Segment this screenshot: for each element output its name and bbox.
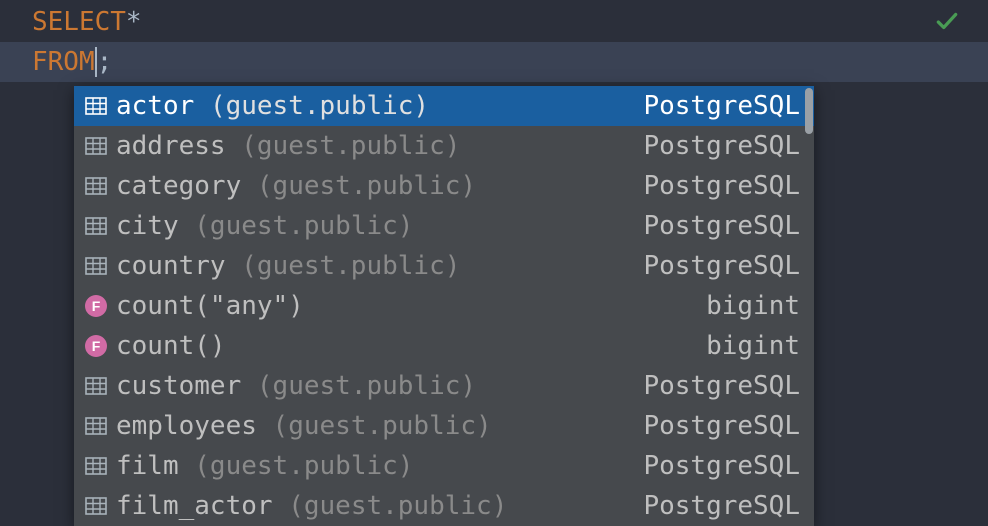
autocomplete-item[interactable]: employees (guest.public) PostgreSQL: [74, 406, 814, 446]
autocomplete-item[interactable]: actor (guest.public) PostgreSQL: [74, 86, 814, 126]
item-type: PostgreSQL: [643, 491, 800, 521]
item-icon-cell: [82, 217, 110, 235]
item-name: count("any"): [116, 291, 304, 321]
item-icon-cell: [82, 97, 110, 115]
item-schema: (guest.public): [273, 411, 492, 441]
code-line-2[interactable]: FROM ;: [0, 42, 988, 82]
autocomplete-item[interactable]: customer (guest.public) PostgreSQL: [74, 366, 814, 406]
item-icon-cell: [82, 177, 110, 195]
table-icon: [85, 377, 107, 395]
item-schema: (guest.public): [194, 451, 413, 481]
item-name: category: [116, 171, 241, 201]
table-icon: [85, 97, 107, 115]
item-name: customer: [116, 371, 241, 401]
autocomplete-item[interactable]: country (guest.public) PostgreSQL: [74, 246, 814, 286]
autocomplete-item[interactable]: Fcount("any") bigint: [74, 286, 814, 326]
item-name: film_actor: [116, 491, 273, 521]
status-ok-icon: [934, 8, 960, 38]
code-line-1[interactable]: SELECT *: [0, 2, 988, 42]
item-icon-cell: [82, 497, 110, 515]
item-name: country: [116, 251, 226, 281]
function-icon: F: [85, 295, 107, 317]
item-type: PostgreSQL: [643, 251, 800, 281]
item-icon-cell: [82, 417, 110, 435]
item-name: count(): [116, 331, 226, 361]
item-type: PostgreSQL: [643, 211, 800, 241]
autocomplete-item[interactable]: category (guest.public) PostgreSQL: [74, 166, 814, 206]
table-icon: [85, 417, 107, 435]
item-type: PostgreSQL: [643, 451, 800, 481]
item-schema: (guest.public): [288, 491, 507, 521]
autocomplete-item[interactable]: film_actor (guest.public) PostgreSQL: [74, 486, 814, 526]
table-icon: [85, 217, 107, 235]
table-icon: [85, 497, 107, 515]
item-schema: (guest.public): [257, 171, 476, 201]
table-icon: [85, 457, 107, 475]
item-icon-cell: [82, 257, 110, 275]
autocomplete-list[interactable]: actor (guest.public)PostgreSQLaddress (g…: [74, 86, 814, 526]
code-text: *: [126, 7, 142, 37]
table-icon: [85, 177, 107, 195]
item-name: employees: [116, 411, 257, 441]
item-icon-cell: [82, 457, 110, 475]
autocomplete-item[interactable]: Fcount() bigint: [74, 326, 814, 366]
item-type: PostgreSQL: [643, 131, 800, 161]
item-type: PostgreSQL: [643, 411, 800, 441]
item-type: PostgreSQL: [643, 91, 800, 121]
code-text: ;: [97, 47, 113, 77]
table-icon: [85, 257, 107, 275]
item-icon-cell: [82, 377, 110, 395]
item-schema: (guest.public): [210, 91, 429, 121]
keyword-select: SELECT: [32, 7, 126, 37]
item-icon-cell: F: [82, 295, 110, 317]
scrollbar-track[interactable]: [804, 86, 814, 526]
item-schema: (guest.public): [194, 211, 413, 241]
item-type: bigint: [706, 331, 800, 361]
item-schema: (guest.public): [241, 131, 460, 161]
autocomplete-item[interactable]: film (guest.public) PostgreSQL: [74, 446, 814, 486]
item-icon-cell: F: [82, 335, 110, 357]
item-schema: (guest.public): [257, 371, 476, 401]
autocomplete-item[interactable]: address (guest.public) PostgreSQL: [74, 126, 814, 166]
autocomplete-popup[interactable]: actor (guest.public)PostgreSQLaddress (g…: [74, 86, 814, 526]
item-name: address: [116, 131, 226, 161]
item-icon-cell: [82, 137, 110, 155]
autocomplete-item[interactable]: city (guest.public) PostgreSQL: [74, 206, 814, 246]
item-type: bigint: [706, 291, 800, 321]
item-name: city: [116, 211, 179, 241]
item-schema: (guest.public): [241, 251, 460, 281]
table-icon: [85, 137, 107, 155]
item-name: film: [116, 451, 179, 481]
item-type: PostgreSQL: [643, 371, 800, 401]
sql-editor[interactable]: SELECT * FROM ;: [0, 0, 988, 82]
function-icon: F: [85, 335, 107, 357]
keyword-from: FROM: [32, 47, 95, 77]
scrollbar-thumb[interactable]: [805, 88, 813, 134]
item-name: actor: [116, 91, 194, 121]
item-type: PostgreSQL: [643, 171, 800, 201]
